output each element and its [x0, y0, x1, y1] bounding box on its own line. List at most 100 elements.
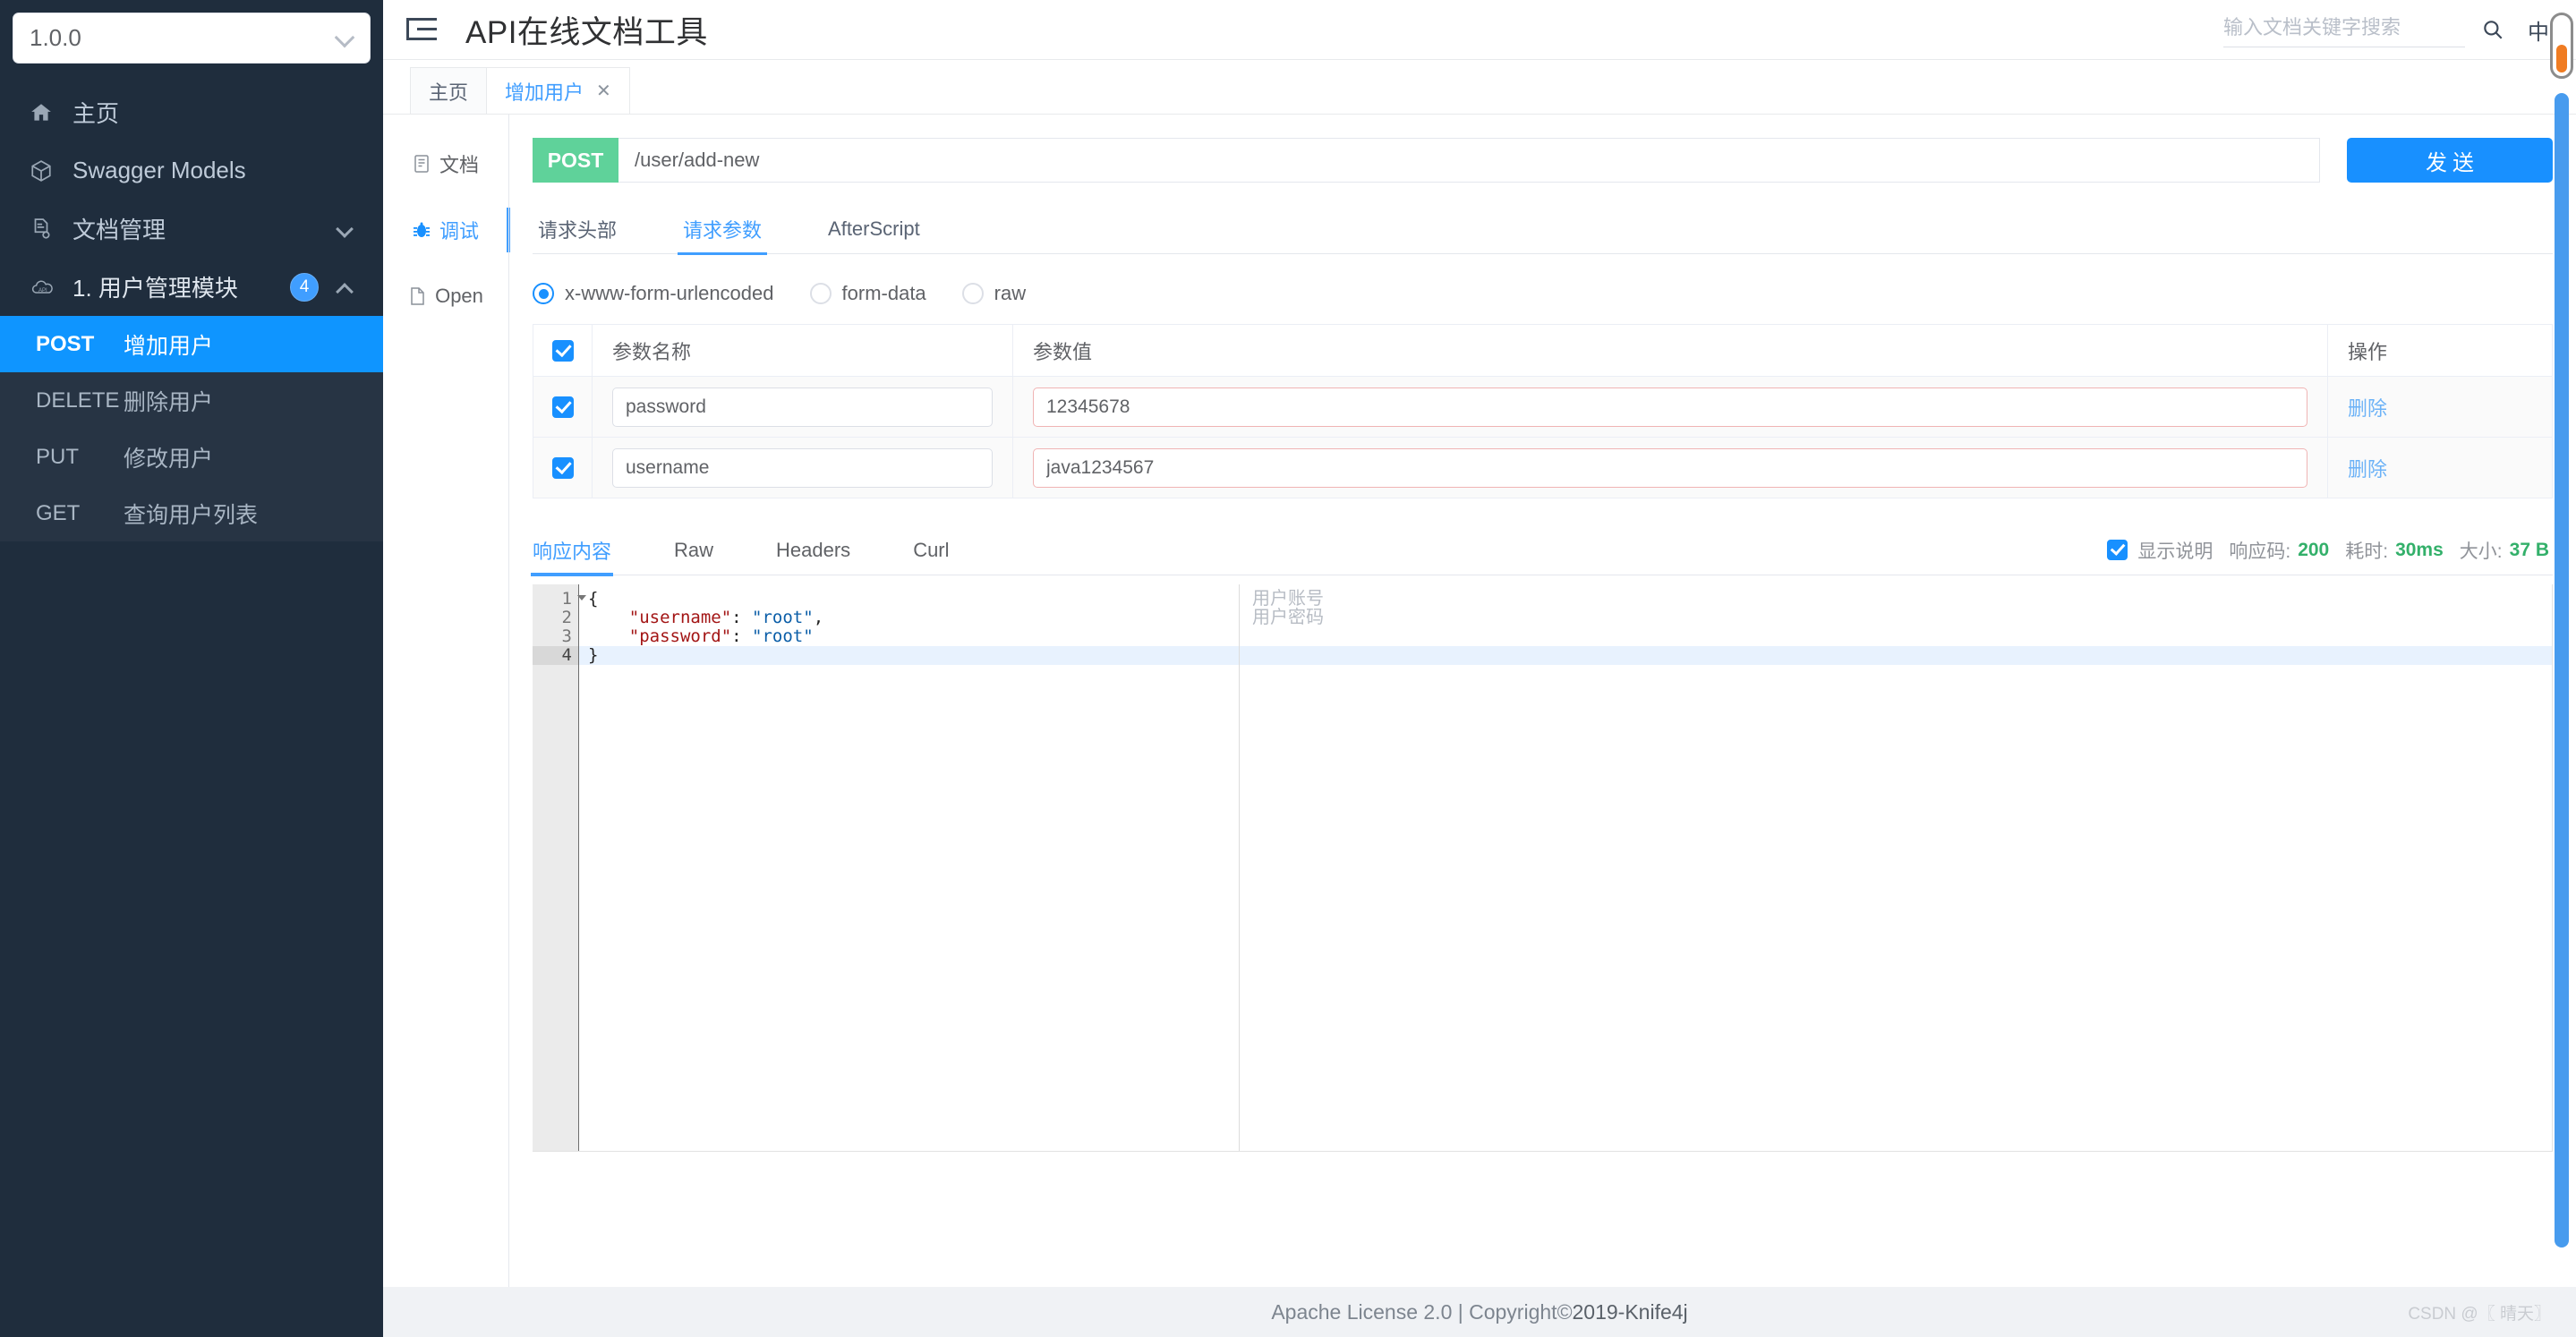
response-code-editor[interactable]: 1 2 3 4 {"username": "root", "password"… [533, 584, 2553, 1152]
sidebar-endpoint-list-users[interactable]: GET 查询用户列表 [0, 485, 383, 541]
code-token: "root" [752, 608, 814, 627]
chevron-down-icon [334, 27, 355, 47]
watermark: CSDN @〖 晴天〗 [2408, 1305, 2551, 1324]
row-checkbox[interactable] [551, 396, 574, 418]
code-line: { [579, 590, 2553, 609]
editor-annotations: 用户账号 用户密码 [1252, 590, 1324, 627]
sidebar-endpoint-update-user[interactable]: PUT 修改用户 [0, 429, 383, 485]
footer: Apache License 2.0 | Copyright © 2019-Kn… [383, 1287, 2576, 1337]
chevron-down-icon[interactable] [336, 219, 354, 238]
request-url-row: POST 发送 [533, 138, 2553, 183]
svg-text:API: API [38, 288, 47, 294]
header-label-value: 参数值 [1033, 340, 1093, 363]
sidebar-item-home[interactable]: 主页 [0, 83, 383, 141]
endpoint-name: 增加用户 [124, 333, 214, 359]
header-label-op: 操作 [2348, 340, 2388, 363]
tab-home-label: 主页 [429, 81, 469, 104]
line-number-text: 1 [561, 589, 572, 609]
annotation-line: 用户密码 [1252, 608, 1324, 627]
select-all-checkbox[interactable] [551, 339, 574, 362]
vtab-open-label: Open [435, 285, 483, 307]
tab-add-user[interactable]: 增加用户 ✕ [486, 67, 630, 114]
home-icon [30, 101, 67, 124]
sidebar-item-user-module[interactable]: API 1. 用户管理模块 4 [0, 258, 383, 316]
copyright-icon: © [1557, 1299, 1573, 1324]
vtab-open[interactable]: Open [383, 270, 508, 322]
select-all-cell [533, 325, 593, 376]
http-method-badge: POST [533, 138, 618, 183]
code-token: "username" [588, 608, 732, 627]
tab-home[interactable]: 主页 [410, 67, 488, 114]
delete-row-link[interactable]: 删除 [2348, 393, 2387, 422]
param-name-input[interactable] [612, 447, 993, 488]
sidebar-endpoint-delete-user[interactable]: DELETE 删除用户 [0, 372, 383, 429]
line-number: 2 [533, 609, 578, 627]
radio-x-www-form-urlencoded[interactable]: x-www-form-urlencoded [533, 282, 774, 305]
browser-scrollbar-thumb[interactable] [2556, 45, 2567, 72]
sidebar-endpoint-list: POST 增加用户 DELETE 删除用户 PUT 修改用户 GET 查询用户列… [0, 316, 383, 541]
endpoint-name: 修改用户 [124, 446, 214, 472]
tab-request-params[interactable]: 请求参数 [678, 204, 768, 255]
header-cell-op: 操作 [2328, 325, 2552, 376]
search-input[interactable] [2223, 12, 2465, 47]
page-scrollbar[interactable] [2555, 93, 2569, 1248]
search-icon[interactable] [2481, 18, 2504, 41]
param-value-input[interactable] [1033, 447, 2307, 488]
radio-label: raw [994, 282, 1027, 304]
tab-response-curl[interactable]: Curl [913, 525, 949, 575]
sidebar-endpoint-add-user[interactable]: POST 增加用户 [0, 316, 383, 372]
send-button[interactable]: 发送 [2347, 138, 2553, 183]
tab-response-raw[interactable]: Raw [674, 525, 713, 575]
vtab-document-label: 文档 [439, 154, 479, 176]
table-row: 删除 [533, 377, 2552, 438]
code-line: "username": "root", [579, 609, 2553, 627]
param-value-input[interactable] [1033, 387, 2307, 427]
vtab-debug[interactable]: 调试 [383, 204, 510, 256]
body-type-radio-group: x-www-form-urlencoded form-data raw [533, 276, 2553, 311]
row-cell-name [593, 377, 1013, 437]
sidebar-item-doc-manage[interactable]: 文档管理 [0, 200, 383, 258]
tab-response-content[interactable]: 响应内容 [530, 525, 614, 576]
radio-mark-icon [961, 283, 984, 304]
radio-form-data[interactable]: form-data [809, 282, 926, 305]
top-bar-right: 中 [2223, 0, 2549, 59]
row-checkbox[interactable] [551, 456, 574, 479]
editor-code-area[interactable]: { "username": "root", "password": "root"… [579, 584, 2553, 1151]
footer-license: Apache License 2.0 | Copyright [1271, 1299, 1557, 1324]
document-icon [413, 154, 431, 174]
vtab-document[interactable]: 文档 [383, 138, 508, 190]
document-settings-icon [30, 217, 67, 241]
browser-scrollbar[interactable] [2550, 13, 2573, 79]
file-icon [408, 286, 426, 306]
show-description-checkbox[interactable] [2107, 540, 2128, 560]
tab-response-headers[interactable]: Headers [776, 525, 850, 575]
request-url-input[interactable] [618, 138, 2320, 183]
row-select-cell [533, 438, 593, 498]
code-token: , [813, 608, 824, 627]
tab-add-user-label: 增加用户 [505, 81, 584, 104]
header-cell-name: 参数名称 [593, 325, 1013, 376]
request-tabs: 请求头部 请求参数 AfterScript [533, 204, 2553, 255]
close-icon[interactable]: ✕ [596, 80, 611, 102]
delete-row-link[interactable]: 删除 [2348, 454, 2387, 482]
code-line: } [579, 646, 2553, 665]
code-token: "root" [752, 626, 814, 646]
status-code-label: 响应码: [2229, 541, 2291, 562]
tab-after-script[interactable]: AfterScript [823, 204, 925, 254]
radio-raw[interactable]: raw [961, 282, 1027, 305]
hamburger-menu-icon[interactable] [406, 18, 437, 41]
radio-mark-icon [809, 283, 832, 304]
code-line: "password": "root" [579, 627, 2553, 646]
cube-icon [30, 159, 67, 183]
line-number-text: 4 [561, 645, 572, 665]
sidebar-item-home-label: 主页 [73, 100, 120, 127]
code-token: { [588, 589, 599, 609]
version-select[interactable]: 1.0.0 [13, 13, 371, 64]
tab-request-headers[interactable]: 请求头部 [533, 204, 622, 254]
editor-gutter: 1 2 3 4 [533, 584, 586, 1151]
param-name-input[interactable] [612, 387, 993, 427]
chevron-up-icon[interactable] [336, 282, 354, 301]
sidebar-item-swagger-models[interactable]: Swagger Models [0, 141, 383, 200]
endpoint-name: 查询用户列表 [124, 502, 259, 528]
language-toggle[interactable]: 中 [2528, 14, 2549, 46]
